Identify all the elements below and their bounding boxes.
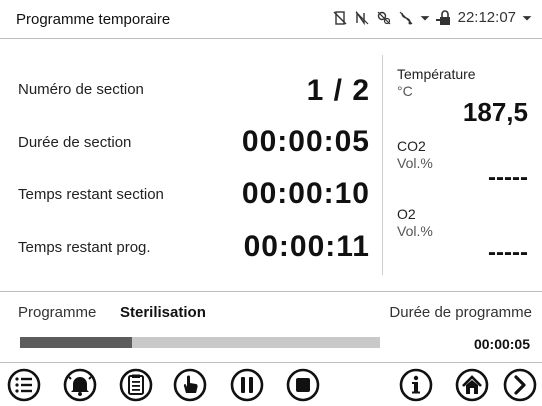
bottom-toolbar <box>0 362 542 406</box>
clipboard-icon <box>119 368 153 402</box>
no-usb-icon <box>399 11 413 24</box>
status-icons: 22:12:07 <box>332 9 532 26</box>
section-number-label: Numéro de section <box>18 81 144 98</box>
hand-touch-icon <box>173 368 207 402</box>
program-duration-label: Durée de programme <box>389 304 532 321</box>
menu-button[interactable] <box>6 367 42 403</box>
lock-icon <box>435 9 450 25</box>
header-bar: Programme temporaire 22:12:07 <box>0 0 542 39</box>
section-number-value: 1 / 2 <box>306 74 370 107</box>
home-icon <box>455 368 489 402</box>
section-remaining-value: 00:00:10 <box>241 177 370 210</box>
info-button[interactable] <box>398 367 434 403</box>
alarm-button[interactable] <box>62 367 98 403</box>
co2-value: ----- <box>488 164 528 191</box>
menu-icon <box>7 368 41 402</box>
section-duration-label: Durée de section <box>18 134 132 151</box>
co2-unit: Vol.% <box>397 155 433 171</box>
alarm-icon <box>63 368 97 402</box>
no-door-icon <box>333 10 347 25</box>
section-remaining-label: Temps restant section <box>18 186 164 203</box>
readings-panel: Température °C 187,5 CO2 Vol.% ----- O2 … <box>383 39 542 277</box>
page-title: Programme temporaire <box>16 11 171 28</box>
pause-button[interactable] <box>229 367 265 403</box>
temperature-value: 187,5 <box>462 97 528 127</box>
section-divider <box>0 291 542 292</box>
info-icon <box>399 368 433 402</box>
section-duration-value: 00:00:05 <box>241 125 370 158</box>
program-label: Programme <box>18 304 97 321</box>
o2-unit: Vol.% <box>397 223 433 239</box>
program-remaining-label: Temps restant prog. <box>18 239 151 256</box>
next-icon <box>503 368 537 402</box>
section-panel: Numéro de section 1 / 2 Durée de section… <box>0 39 382 277</box>
stop-icon <box>286 368 320 402</box>
manual-operation-button[interactable] <box>172 367 208 403</box>
temperature-unit: °C <box>397 83 413 99</box>
home-button[interactable] <box>454 367 490 403</box>
dropdown-icon[interactable] <box>522 10 532 26</box>
program-remaining-value: 00:00:11 <box>243 230 370 263</box>
o2-label: O2 <box>397 206 416 222</box>
no-network-icon <box>355 10 369 25</box>
o2-value: ----- <box>488 239 528 266</box>
co2-label: CO2 <box>397 138 426 154</box>
program-name: Sterilisation <box>120 304 206 321</box>
temperature-label: Température <box>397 66 476 82</box>
program-progress-fill <box>20 337 132 348</box>
stop-button[interactable] <box>285 367 321 403</box>
clock: 22:12:07 <box>457 9 516 26</box>
clipboard-button[interactable] <box>118 367 154 403</box>
dropdown-icon[interactable] <box>420 10 430 26</box>
program-duration-value: 00:00:05 <box>473 336 530 352</box>
next-button[interactable] <box>502 367 538 403</box>
pause-icon <box>230 368 264 402</box>
no-sensor-icon <box>377 11 391 24</box>
program-progress-bar <box>20 337 380 348</box>
